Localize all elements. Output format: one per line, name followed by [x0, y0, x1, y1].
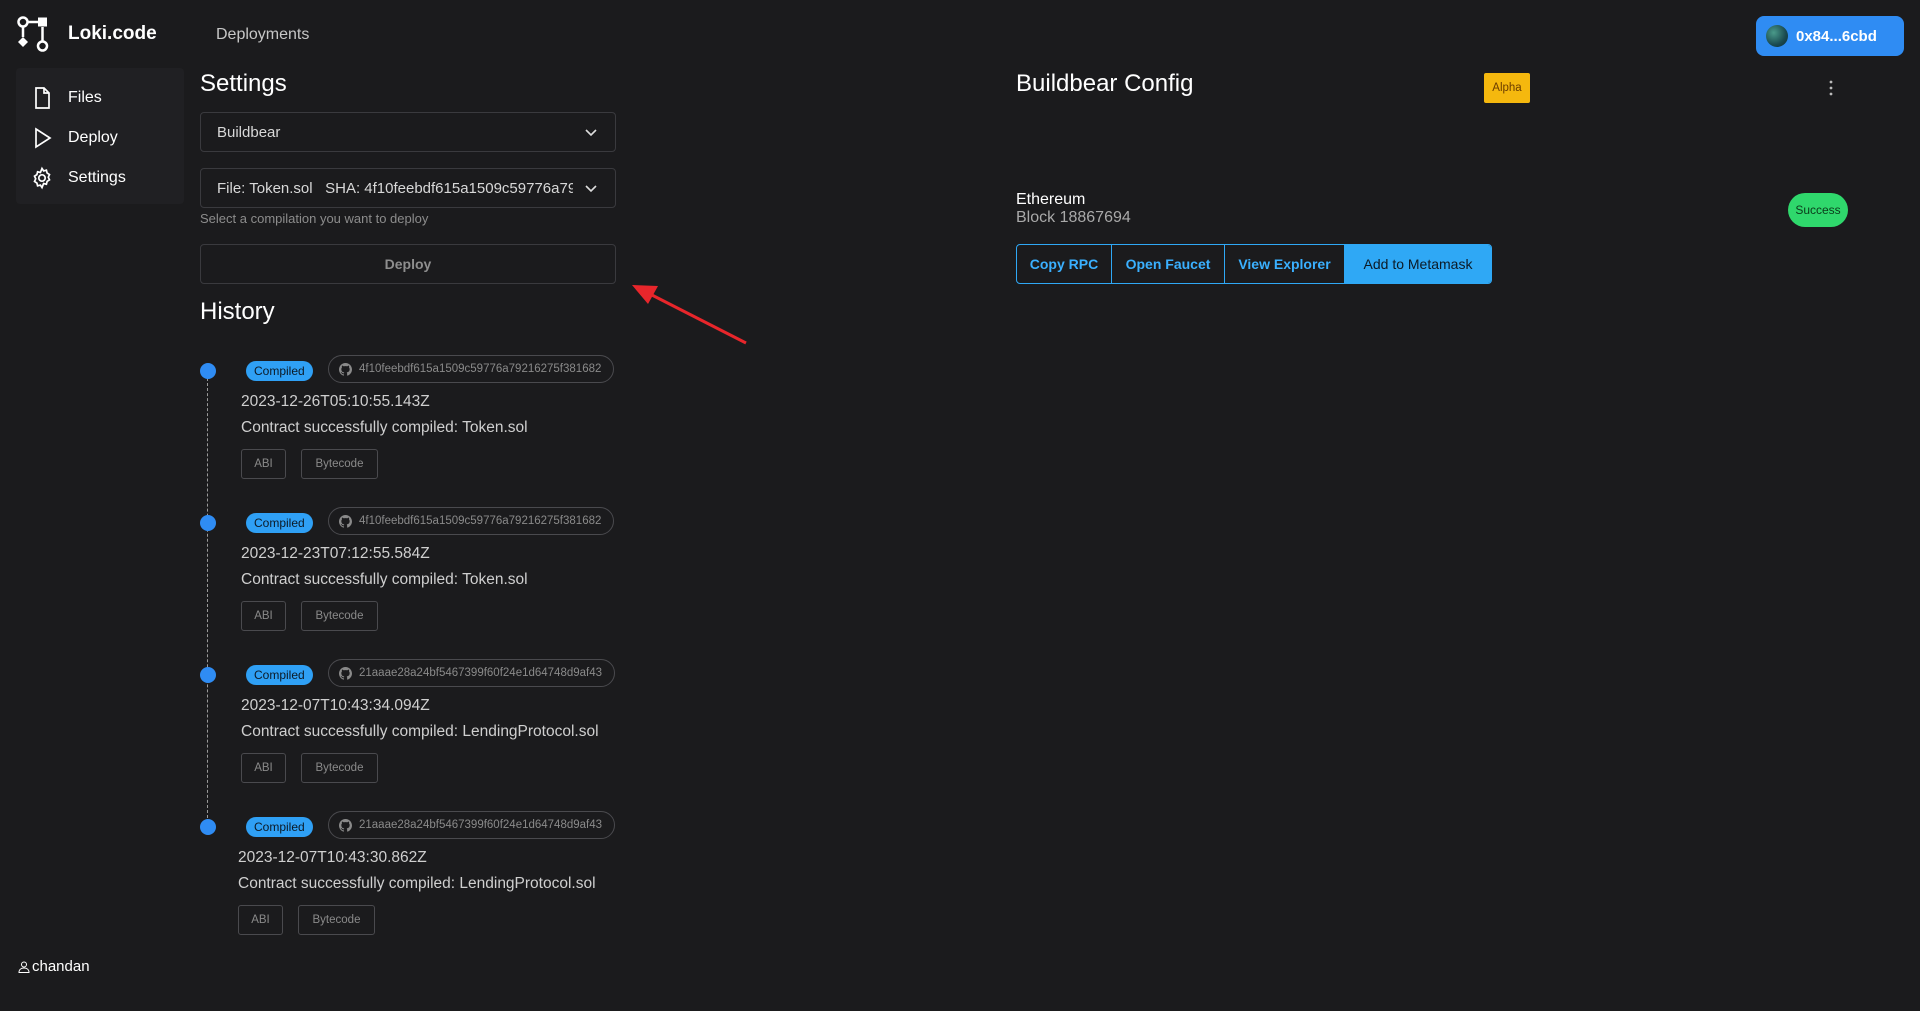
network-select-value: Buildbear — [217, 123, 281, 141]
settings-title: Settings — [200, 70, 287, 97]
timeline-line — [207, 378, 208, 818]
add-to-metamask-button[interactable]: Add to Metamask — [1345, 245, 1491, 283]
github-icon — [339, 515, 352, 528]
commit-sha-chip[interactable]: 21aaae28a24bf5467399f60f24e1d64748d9af43 — [328, 811, 616, 839]
open-faucet-button[interactable]: Open Faucet — [1112, 245, 1225, 283]
user-icon — [18, 961, 30, 973]
compilation-select-value: File: Token.sol SHA: 4f10feebdf615a1509c… — [217, 179, 573, 197]
abi-button[interactable]: ABI — [238, 905, 283, 935]
bytecode-button[interactable]: Bytecode — [301, 753, 378, 783]
bytecode-button[interactable]: Bytecode — [298, 905, 375, 935]
alpha-badge: Alpha — [1484, 73, 1530, 103]
status-badge: Compiled — [246, 361, 313, 381]
chevron-down-icon — [585, 129, 597, 137]
commit-sha: 4f10feebdf615a1509c59776a79216275f381682 — [359, 363, 602, 375]
entry-timestamp: 2023-12-07T10:43:30.862Z — [238, 849, 427, 866]
timeline-dot — [200, 819, 216, 835]
user-profile[interactable]: chandan — [18, 958, 90, 975]
chevron-down-icon — [585, 185, 597, 193]
commit-sha: 21aaae28a24bf5467399f60f24e1d64748d9af43 — [359, 667, 603, 679]
entry-message: Contract successfully compiled: Token.so… — [241, 419, 528, 436]
wallet-avatar — [1766, 25, 1788, 47]
play-icon — [35, 127, 52, 149]
commit-sha-chip[interactable]: 4f10feebdf615a1509c59776a79216275f381682 — [328, 507, 615, 535]
sidebar-item-label: Files — [68, 89, 102, 106]
timeline-dot — [200, 667, 216, 683]
abi-button[interactable]: ABI — [241, 753, 286, 783]
sidebar-item-settings[interactable]: Settings — [16, 158, 184, 198]
entry-message: Contract successfully compiled: LendingP… — [241, 723, 599, 740]
view-explorer-button[interactable]: View Explorer — [1225, 245, 1345, 283]
wallet-button[interactable]: 0x84...6cbd — [1756, 16, 1904, 56]
sidebar-item-label: Settings — [68, 169, 126, 186]
copy-rpc-button[interactable]: Copy RPC — [1017, 245, 1112, 283]
file-icon — [35, 87, 50, 109]
bytecode-button[interactable]: Bytecode — [301, 449, 378, 479]
more-options-icon[interactable] — [1828, 80, 1834, 96]
abi-button[interactable]: ABI — [241, 449, 286, 479]
app-logo[interactable]: Loki.code — [16, 16, 157, 52]
sidebar-item-label: Deploy — [68, 129, 118, 146]
entry-message: Contract successfully compiled: Token.so… — [241, 571, 528, 588]
compilation-select[interactable]: File: Token.sol SHA: 4f10feebdf615a1509c… — [200, 168, 616, 208]
gear-icon — [33, 166, 51, 190]
timeline-dot — [200, 363, 216, 379]
github-icon — [339, 819, 352, 832]
commit-sha-chip[interactable]: 21aaae28a24bf5467399f60f24e1d64748d9af43 — [328, 659, 616, 687]
entry-timestamp: 2023-12-23T07:12:55.584Z — [241, 545, 430, 562]
nav-deployments[interactable]: Deployments — [216, 26, 309, 44]
entry-message: Contract successfully compiled: LendingP… — [238, 875, 596, 892]
network-name: Ethereum — [1016, 191, 1086, 208]
github-icon — [339, 667, 352, 680]
config-title: Buildbear Config — [1016, 70, 1194, 97]
status-badge: Success — [1788, 193, 1848, 227]
abi-button[interactable]: ABI — [241, 601, 286, 631]
github-icon — [339, 363, 352, 376]
deploy-button[interactable]: Deploy — [200, 244, 616, 284]
sidebar: Files Deploy Settings — [16, 68, 184, 204]
status-badge: Compiled — [246, 513, 313, 533]
status-badge: Compiled — [246, 817, 313, 837]
user-name: chandan — [32, 958, 90, 975]
sidebar-item-deploy[interactable]: Deploy — [16, 118, 184, 158]
logo-icon — [17, 16, 49, 52]
network-select[interactable]: Buildbear — [200, 112, 616, 152]
bytecode-button[interactable]: Bytecode — [301, 601, 378, 631]
config-button-group: Copy RPC Open Faucet View Explorer Add t… — [1016, 244, 1492, 284]
entry-timestamp: 2023-12-07T10:43:34.094Z — [241, 697, 430, 714]
annotation-arrow-icon — [632, 285, 747, 345]
commit-sha-chip[interactable]: 4f10feebdf615a1509c59776a79216275f381682 — [328, 355, 615, 383]
block-number: Block 18867694 — [1016, 209, 1131, 226]
sidebar-item-files[interactable]: Files — [16, 78, 184, 118]
commit-sha: 4f10feebdf615a1509c59776a79216275f381682 — [359, 515, 602, 527]
wallet-address: 0x84...6cbd — [1796, 27, 1877, 45]
compilation-hint: Select a compilation you want to deploy — [200, 211, 429, 226]
timeline-dot — [200, 515, 216, 531]
commit-sha: 21aaae28a24bf5467399f60f24e1d64748d9af43 — [359, 819, 603, 831]
app-name: Loki.code — [68, 23, 157, 44]
history-title: History — [200, 298, 275, 325]
status-badge: Compiled — [246, 665, 313, 685]
entry-timestamp: 2023-12-26T05:10:55.143Z — [241, 393, 430, 410]
